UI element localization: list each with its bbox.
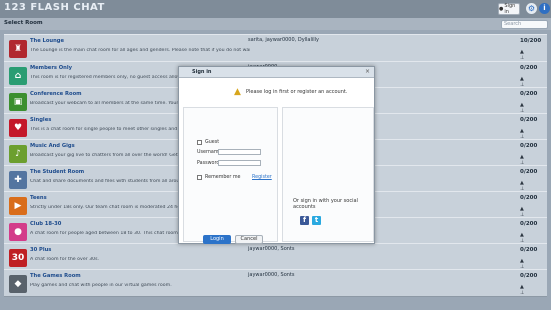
warning-text: Please log in first or register an accou… xyxy=(246,89,348,95)
room-name: The Games Room xyxy=(30,273,81,279)
room-description: The Lounge is the main chat room for all… xyxy=(30,48,250,53)
club-icon: ● xyxy=(9,223,27,241)
room-games[interactable]: ◆ The Games Room Play games and chat wit… xyxy=(4,269,547,297)
room-name: Members Only xyxy=(30,65,73,71)
room-list-header: Select Room xyxy=(0,18,551,30)
room-users: jaywar0000, Sonts xyxy=(248,272,295,278)
room-count: 0/200 xyxy=(520,221,538,227)
login-button[interactable]: Login xyxy=(203,235,231,244)
game-icon: ◆ xyxy=(9,275,27,293)
heart-icon: ♥ xyxy=(9,119,27,137)
social-text: Or sign in with your social accounts xyxy=(293,198,358,210)
sign-in-modal: Sign in × ▲ Please log in first or regis… xyxy=(178,66,375,244)
room-name: Club 18-30 xyxy=(30,221,62,227)
modal-title: Sign in xyxy=(192,69,212,75)
lounge-icon: ♜ xyxy=(9,40,27,58)
app-logo: 123 FLASH CHAT xyxy=(4,2,105,13)
search-input[interactable]: Search xyxy=(501,20,548,29)
room-lock-icon: ⊥ xyxy=(520,290,525,296)
social-panel: Or sign in with your social accounts f t xyxy=(282,107,374,242)
twitter-icon[interactable]: t xyxy=(312,216,321,225)
room-count: 0/200 xyxy=(520,65,538,71)
username-field[interactable] xyxy=(218,149,261,155)
close-icon[interactable]: × xyxy=(365,68,370,75)
room-count: 10/200 xyxy=(520,38,542,44)
cancel-button[interactable]: Cancel xyxy=(235,235,263,244)
room-count: 0/200 xyxy=(520,273,538,279)
room-description: Play games and chat with people in our v… xyxy=(30,283,172,288)
room-count: 0/200 xyxy=(520,143,538,149)
gear-icon[interactable]: ⚙ xyxy=(526,3,537,14)
room-users: sarita, jaywar0000, Dyllalilly xyxy=(248,37,320,43)
help-icon[interactable]: i xyxy=(539,3,550,14)
warning-icon: ▲ xyxy=(234,87,241,97)
modal-header: Sign in × xyxy=(179,67,374,78)
members-icon: ⌂ xyxy=(9,67,27,85)
sign-in-button[interactable]: ● Sign in xyxy=(498,3,520,15)
login-panel: Guest Username: Password: Remember me Re… xyxy=(183,107,278,244)
thirty-plus-icon: 30 xyxy=(9,249,27,267)
room-count: 0/200 xyxy=(520,117,538,123)
room-lounge[interactable]: ♜ The Lounge The Lounge is the main chat… xyxy=(4,34,547,62)
page-title: Select Room xyxy=(4,20,43,26)
room-count: 0/200 xyxy=(520,169,538,175)
register-link[interactable]: Register xyxy=(252,175,272,180)
room-30-plus[interactable]: 30 30 Plus A chat room for the over 30s.… xyxy=(4,243,547,271)
room-count: 0/200 xyxy=(520,247,538,253)
room-name: Singles xyxy=(30,117,52,123)
room-name: 30 Plus xyxy=(30,247,52,253)
user-icon: ● xyxy=(499,6,504,12)
room-description: A chat room for the over 30s. xyxy=(30,257,100,262)
top-bar: 123 FLASH CHAT ● Sign in ⚙ i xyxy=(0,0,551,18)
room-name: Teens xyxy=(30,195,47,201)
facebook-icon[interactable]: f xyxy=(300,216,309,225)
room-count: 0/200 xyxy=(520,195,538,201)
remember-checkbox[interactable] xyxy=(197,175,202,180)
room-name: The Student Room xyxy=(30,169,85,175)
conference-icon: ▣ xyxy=(9,93,27,111)
room-name: Music And Gigs xyxy=(30,143,75,149)
student-icon: ✚ xyxy=(9,171,27,189)
room-count: 0/200 xyxy=(520,91,538,97)
music-icon: ♪ xyxy=(9,145,27,163)
room-users: jaywar0000, Sonts xyxy=(248,246,295,252)
teens-icon: ▶ xyxy=(9,197,27,215)
guest-checkbox[interactable] xyxy=(197,140,202,145)
room-name: The Lounge xyxy=(30,38,65,44)
guest-label: Guest xyxy=(205,140,220,145)
remember-label: Remember me xyxy=(205,175,241,180)
password-field[interactable] xyxy=(218,160,261,166)
room-name: Conference Room xyxy=(30,91,82,97)
